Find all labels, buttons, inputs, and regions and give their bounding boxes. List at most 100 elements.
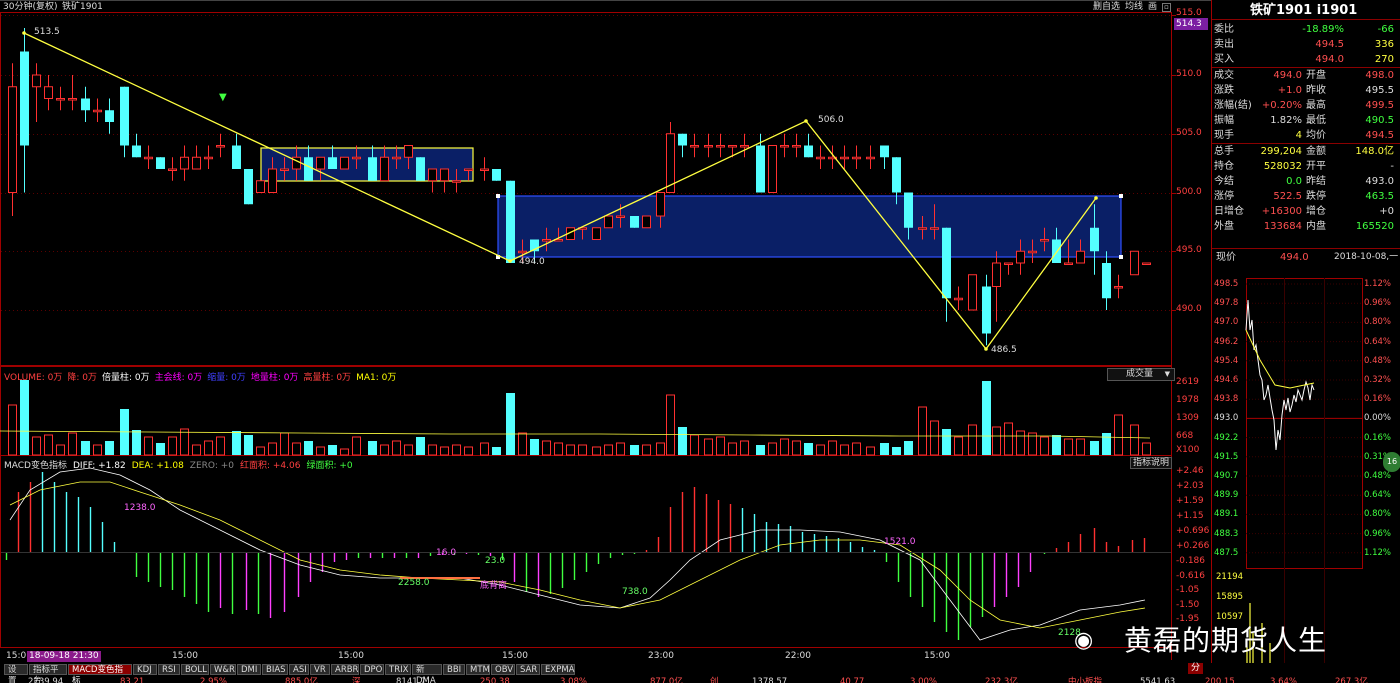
volume-bar [20,380,29,455]
macd-annotation: 底背离 [480,581,508,591]
draw-button[interactable]: 画 [1148,2,1157,13]
candle-body [404,145,413,158]
macd-axis-label: -1.50 [1176,600,1200,610]
status-value: 3.08% [560,677,588,683]
indicator-tab[interactable]: VR [310,664,330,675]
candle-body [192,156,201,170]
volume-bar [666,394,675,456]
candle-body [44,86,53,99]
volume-bar [930,420,939,456]
volume-bar [780,438,789,456]
indicator-tab[interactable]: DMI [237,664,261,675]
mini-right-axis-label: 0.32% [1364,375,1392,385]
indicator-tab[interactable]: MACD变色指标 [68,664,132,683]
price-axis-label: 495.0 [1176,245,1202,255]
indicator-tab[interactable]: ASI [289,664,309,675]
quote-row: 成交 494.0 开盘 498.0 [1214,68,1396,83]
quote-value: 270 [1374,54,1394,65]
quote-value: 493.0 [1365,176,1394,187]
time-label: 15:00 [172,651,198,661]
low-annotation: 494.0 [519,257,545,267]
window-switch-icon[interactable]: ▫ [1162,3,1171,12]
quote-value: -18.89% [1302,24,1344,35]
indicator-tab[interactable]: 设置 [4,664,28,683]
candle-body [204,156,213,160]
macd-legend-item: ZERO: +0 [189,461,234,471]
volume-bar [428,444,437,456]
indicator-tab[interactable]: MTM [466,664,490,675]
candle-body [428,168,437,182]
quote-value: 336 [1374,39,1394,50]
volume-bar [68,432,77,456]
volume-bar [816,444,825,456]
indicator-tab[interactable]: 新DMA [412,664,442,683]
candle-body [904,192,913,228]
volume-bar [768,442,777,456]
volume-bar [866,446,875,456]
quote-value: 299,204 [1260,146,1302,157]
quote-label: 最高 [1306,100,1326,111]
quote-value: 133684 [1263,221,1302,232]
indicator-tab[interactable]: RSI [158,664,180,675]
time-label: 22:00 [785,651,811,661]
indicator-tab[interactable]: BBI [443,664,465,675]
volume-bar [1114,414,1123,456]
current-price-tag: 514.3 [1174,18,1208,30]
candle-body [930,227,939,230]
volume-legend-item: 地量柱: 0万 [250,373,299,383]
quote-label: 外盘 [1214,221,1234,232]
add-watchlist-button[interactable]: 删自选 [1093,2,1120,13]
candle-body [304,157,313,181]
quote-value: 494.0 [1273,70,1302,81]
volume-bar [630,445,639,455]
indicator-tab[interactable]: ARBR [331,664,359,675]
mini-right-axis-label: 0.80% [1364,509,1392,520]
quote-row: 现手 4 均价 494.5 [1214,128,1396,143]
status-value: 200.15 [1205,677,1235,683]
candle-body [728,145,737,148]
candle-body [156,157,165,169]
volume-bar [416,437,425,455]
time-share-tab[interactable]: 分 [1188,663,1204,674]
macd-legend-item: 绿面积: +0 [306,461,353,471]
candle-body [656,192,665,217]
indicator-help-button[interactable]: 指标说明 [1130,457,1173,469]
indicator-tab[interactable]: W&R [210,664,236,675]
volume-indicator-dropdown[interactable]: 成交量 ▼ [1107,368,1175,381]
volume-bar [804,443,813,455]
indicator-tab[interactable]: 指标平台 [29,664,67,683]
quote-row: 今结 0.0 昨结 493.0 [1214,174,1396,189]
mini-right-axis-label: 0.48% [1364,471,1392,481]
volume-bar [656,442,665,456]
indicator-tab[interactable]: BIAS [262,664,288,675]
volume-legend-item: 主会线: 0万 [154,373,203,383]
volume-bar [192,444,201,456]
volume-bar [156,443,165,455]
weibo-logo-icon: ◉ [1074,628,1094,653]
indicator-tab[interactable]: KDJ [133,664,157,675]
indicator-tab[interactable]: EXPMA [541,664,575,675]
candle-body [480,168,489,171]
candle-body [1090,227,1099,252]
volume-bar [1090,441,1099,455]
quote-value: 4 [1295,130,1302,141]
quote-row: 涨跌 +1.0 昨收 495.5 [1214,83,1396,98]
indicator-tab[interactable]: OBV [491,664,515,675]
macd-legend-item: DEA: +1.08 [131,461,184,471]
current-price-label: 现价 [1216,252,1236,263]
indicator-tab[interactable]: SAR [516,664,540,675]
candle-body [1102,263,1111,299]
volume-bar [992,426,1001,456]
candle-body [452,180,461,183]
mini-volume-axis-label: 21194 [1216,572,1244,582]
indicator-tab[interactable]: TRIX [385,664,411,675]
volume-axis-label: 2619 [1176,377,1199,387]
side-badge[interactable]: 16 [1383,452,1400,472]
price-axis-label: 510.0 [1176,69,1202,79]
mini-right-axis-label: 0.64% [1364,336,1392,347]
indicator-tab[interactable]: BOLL [181,664,209,675]
indicator-tab[interactable]: DPO [360,664,384,675]
ma-button[interactable]: 均线 [1125,2,1143,13]
candle-body [968,274,977,311]
candle-body [1130,250,1139,276]
